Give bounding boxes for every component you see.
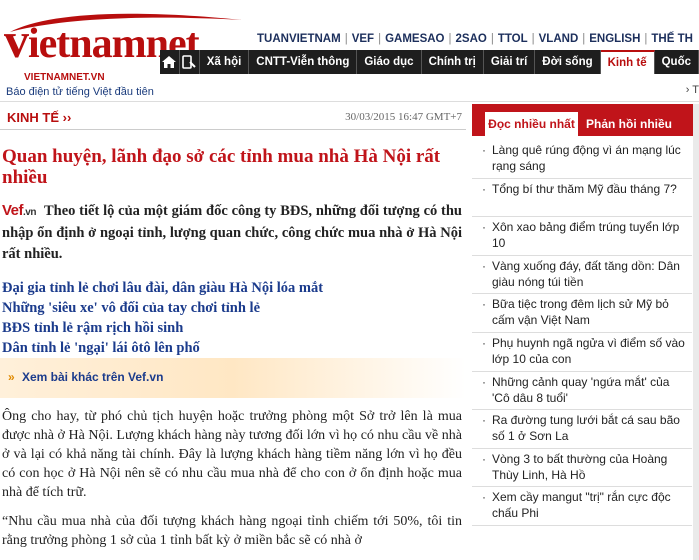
bullet-icon: · xyxy=(482,413,486,428)
article-body: Ông cho hay, từ phó chủ tịch huyện hoặc … xyxy=(2,407,462,560)
tab-most-read[interactable]: Đọc nhiều nhất xyxy=(485,112,578,136)
list-item[interactable]: · Ra đường tung lưới bắt cá sau bão số 1 … xyxy=(472,410,692,449)
partner-link-gamesao[interactable]: GAMESAO xyxy=(385,33,444,45)
double-chevron-right-icon: » xyxy=(8,370,15,384)
list-item[interactable]: · Phụ huynh ngã ngửa vì điểm số vào lớp 1… xyxy=(472,333,692,372)
list-item-title[interactable]: Tổng bí thư thăm Mỹ đầu tháng 7? xyxy=(482,181,688,197)
nav-item-chinh-tri[interactable]: Chính trị xyxy=(422,50,484,74)
list-item[interactable]: · Bữa tiệc trong đêm lịch sử Mỹ bỏ cấm vậ… xyxy=(472,294,692,333)
most-read-list: · Làng quê rúng động vì án mạng lúc rạng … xyxy=(472,140,699,526)
bullet-icon: · xyxy=(482,220,486,235)
list-item[interactable]: · Xôn xao bảng điểm trúng tuyển lớp 10 xyxy=(472,217,692,256)
bullet-icon: · xyxy=(482,297,486,312)
list-item-title[interactable]: Xôn xao bảng điểm trúng tuyển lớp 10 xyxy=(482,219,688,251)
vertical-scrollbar[interactable] xyxy=(693,104,699,560)
list-item-title[interactable]: Xem cầy mangut "trị" rắn cực độc chấu Ph… xyxy=(482,489,688,521)
category-bar: KINH TẾ ›› 30/03/2015 16:47 GMT+7 xyxy=(0,104,466,130)
sidebar-tabs: Đọc nhiều nhất Phản hồi nhiều xyxy=(472,104,699,136)
vef-source-logo-name: Vef xyxy=(2,202,24,219)
sub-nav-bar xyxy=(0,76,699,102)
bullet-icon: · xyxy=(482,181,486,196)
article-paragraph: Ông cho hay, từ phó chủ tịch huyện hoặc … xyxy=(2,409,462,500)
list-item[interactable]: · Vòng 3 to bất thường của Hoàng Thùy Lin… xyxy=(472,449,692,488)
bullet-icon: · xyxy=(482,451,486,466)
bullet-icon: · xyxy=(482,374,486,389)
sub-nav-link[interactable]: › T xyxy=(686,84,699,96)
sidebar: Đọc nhiều nhất Phản hồi nhiều · Làng quê … xyxy=(472,104,699,560)
mobile-icon[interactable] xyxy=(180,50,200,74)
article-title: Quan huyện, lãnh đạo sở các tỉnh mua nhà… xyxy=(2,146,441,188)
nav-item-xa-hoi[interactable]: Xã hội xyxy=(200,50,250,74)
list-item[interactable]: · Tổng bí thư thăm Mỹ đầu tháng 7? xyxy=(472,179,692,218)
related-link[interactable]: Dân tỉnh lẻ 'ngại' lái ôtô lên phố xyxy=(2,338,462,358)
list-item-title[interactable]: Ra đường tung lưới bắt cá sau bão số 1 ở… xyxy=(482,412,688,444)
nav-item-cntt-vien-thong[interactable]: CNTT-Viễn thông xyxy=(249,50,358,74)
list-item[interactable]: · Những cảnh quay 'ngứa mắt' của 'Cô dâu … xyxy=(472,372,692,411)
partner-link-the-thao[interactable]: THẾ TH xyxy=(651,33,693,45)
list-item[interactable]: · Vàng xuống đáy, đất tăng dồn: Dân giàu … xyxy=(472,256,692,295)
more-from-vef-link[interactable]: Xem bài khác trên Vef.vn xyxy=(22,370,163,384)
list-item-title[interactable]: Bữa tiệc trong đêm lịch sử Mỹ bỏ cấm vận… xyxy=(482,296,688,328)
vef-source-logo: Vef.vn xyxy=(2,200,36,223)
home-icon[interactable] xyxy=(160,50,180,74)
list-item-title[interactable]: Những cảnh quay 'ngứa mắt' của 'Cô dâu 8… xyxy=(482,374,688,406)
list-item-title[interactable]: Phụ huynh ngã ngửa vì điểm số vào lớp 10… xyxy=(482,335,688,367)
article-lead-text: Theo tiết lộ của một giám đốc công ty BĐ… xyxy=(2,203,462,262)
nav-item-giao-duc[interactable]: Giáo dục xyxy=(357,50,422,74)
more-from-vef-box[interactable]: » Xem bài khác trên Vef.vn xyxy=(0,358,466,398)
list-item-title[interactable]: Vàng xuống đáy, đất tăng dồn: Dân giàu n… xyxy=(482,258,688,290)
tab-most-commented[interactable]: Phản hồi nhiều xyxy=(586,112,672,136)
nav-item-doi-song[interactable]: Đời sống xyxy=(535,50,601,74)
related-link[interactable]: Những 'siêu xe' vô đối của tay chơi tỉnh… xyxy=(2,298,462,318)
list-item[interactable]: · Xem cầy mangut "trị" rắn cực độc chấu P… xyxy=(472,487,692,526)
site-header: vietnamnet VIETNAMNET.VN Báo điện tử tiế… xyxy=(0,0,699,104)
partner-link-2sao[interactable]: 2SAO xyxy=(456,33,487,45)
article-lead: Vef.vn Theo tiết lộ của một giám đốc công… xyxy=(2,200,462,265)
list-item[interactable]: · Làng quê rúng động vì án mạng lúc rạng … xyxy=(472,140,692,179)
nav-item-quoc-te[interactable]: Quốc xyxy=(655,50,699,74)
bullet-icon: · xyxy=(482,258,486,273)
bullet-icon: · xyxy=(482,143,486,157)
partner-link-tuanvietnam[interactable]: TUANVIETNAM xyxy=(257,33,341,45)
related-link[interactable]: BĐS tỉnh lẻ rậm rịch hồi sinh xyxy=(2,318,462,338)
nav-item-kinh-te[interactable]: Kinh tế xyxy=(600,50,655,74)
nav-item-giai-tri[interactable]: Giải trí xyxy=(484,50,536,74)
partner-link-vland[interactable]: VLAND xyxy=(539,33,579,45)
list-item-title[interactable]: Làng quê rúng động vì án mạng lúc rạng s… xyxy=(482,142,688,174)
related-link[interactable]: Đại gia tỉnh lẻ chơi lâu đài, dân giàu H… xyxy=(2,278,462,298)
list-item-title[interactable]: Vòng 3 to bất thường của Hoàng Thùy Linh… xyxy=(482,451,688,483)
partner-nav: TUANVIETNAM | VEF | GAMESAO | 2SAO | TTOL | V… xyxy=(257,33,693,45)
category-link[interactable]: KINH TẾ ›› xyxy=(7,110,71,125)
partner-link-english[interactable]: ENGLISH xyxy=(589,33,640,45)
bullet-icon: · xyxy=(482,490,486,505)
article-date: 30/03/2015 16:47 GMT+7 xyxy=(345,111,462,123)
related-links: Đại gia tỉnh lẻ chơi lâu đài, dân giàu H… xyxy=(2,278,462,358)
partner-link-ttol[interactable]: TTOL xyxy=(498,33,528,45)
main-nav: Xã hội CNTT-Viễn thông Giáo dục Chính tr… xyxy=(160,50,699,74)
vef-source-logo-suffix: .vn xyxy=(23,207,36,218)
partner-link-vef[interactable]: VEF xyxy=(352,33,374,45)
logo-wordmark-v: v xyxy=(4,12,29,68)
bullet-icon: · xyxy=(482,335,486,350)
article-column: KINH TẾ ›› 30/03/2015 16:47 GMT+7 Quan h… xyxy=(0,104,466,560)
article-paragraph: “Nhu cầu mua nhà của đối tượng khách hàn… xyxy=(2,514,462,548)
